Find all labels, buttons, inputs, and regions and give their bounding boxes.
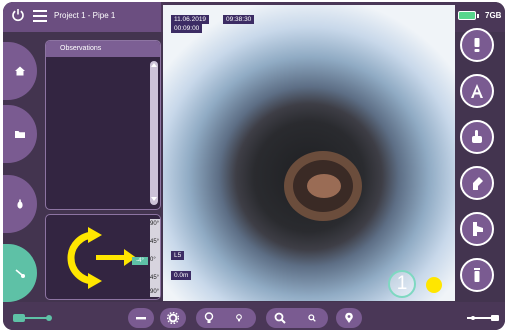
- time-overlay: 09:38:30: [223, 15, 255, 24]
- minus-button[interactable]: [128, 308, 154, 328]
- angle-scale: 90° 45° 0° 45° 90°: [150, 219, 160, 297]
- cable-end-icon: [467, 315, 499, 321]
- pipe-bend-icon: [473, 177, 483, 190]
- light-icon[interactable]: [203, 312, 215, 324]
- battery-icon: [458, 11, 479, 20]
- exclamation-icon: [474, 38, 480, 52]
- angle-value: -4°: [132, 257, 148, 265]
- observations-title: Observations: [60, 45, 102, 52]
- pipe-branch-button[interactable]: [460, 212, 494, 246]
- pipe-bend-button[interactable]: [460, 166, 494, 200]
- observations-header: Observations: [46, 41, 160, 57]
- observations-panel: Observations: [45, 40, 161, 210]
- location-icon: [345, 312, 353, 323]
- project-title: Project 1 - Pipe 1: [54, 11, 116, 20]
- light-small-icon[interactable]: [235, 314, 243, 322]
- camera-probe-button[interactable]: [3, 244, 37, 302]
- marker-dot: [426, 277, 442, 293]
- zoom-small-icon[interactable]: [308, 314, 316, 322]
- home-icon: [15, 66, 25, 76]
- touch-button[interactable]: [460, 120, 494, 154]
- scroll-down-icon[interactable]: [150, 195, 158, 203]
- inspection-device: Project 1 - Pipe 1 7GB Observations 90° …: [3, 2, 505, 330]
- angle-tick: 45°: [150, 275, 160, 281]
- camera-probe-icon: [15, 269, 25, 278]
- probe-button[interactable]: [3, 175, 37, 233]
- zoom-icon[interactable]: [274, 312, 286, 324]
- distance-overlay: 0.0m: [171, 271, 192, 280]
- power-icon[interactable]: [11, 8, 25, 22]
- probe-icon: [17, 199, 23, 209]
- angle-tick: 90°: [150, 221, 160, 227]
- pipe-branch-icon: [473, 222, 483, 236]
- cable-plug-icon: [13, 314, 52, 322]
- menu-icon[interactable]: [33, 10, 47, 22]
- storage-label: 7GB: [485, 11, 502, 20]
- channel-overlay: L5: [171, 251, 185, 260]
- angle-tick: 0°: [150, 257, 156, 263]
- tilt-angle-panel: 90° 45° 0° 45° 90° -4°: [45, 214, 161, 300]
- angle-tick: 90°: [150, 289, 160, 295]
- location-button[interactable]: [336, 308, 362, 328]
- hand-icon: [472, 130, 482, 143]
- gear-icon: [167, 312, 179, 324]
- angle-tick: 45°: [150, 239, 160, 245]
- scroll-up-icon[interactable]: [150, 61, 158, 69]
- observations-scrollbar[interactable]: [150, 61, 158, 205]
- pipe-straight-button[interactable]: [460, 258, 494, 292]
- observation-alert-button[interactable]: [460, 28, 494, 62]
- folder-icon: [15, 131, 25, 138]
- camera-view[interactable]: 11.06.2019 00:09:00 09:38:30 L5 0.0m 1: [163, 5, 455, 301]
- pipe-straight-icon: [474, 268, 480, 282]
- folder-button[interactable]: [3, 105, 37, 163]
- settings-button[interactable]: [160, 308, 186, 328]
- text-icon: [471, 84, 483, 98]
- date-overlay: 11.06.2019: [171, 15, 210, 24]
- home-button[interactable]: [3, 42, 37, 100]
- callout-badge: 1: [388, 270, 416, 298]
- elapsed-overlay: 00:09:00: [171, 24, 203, 33]
- pipe-deposit: [307, 174, 341, 198]
- text-annotation-button[interactable]: [460, 74, 494, 108]
- minus-icon: [136, 317, 146, 320]
